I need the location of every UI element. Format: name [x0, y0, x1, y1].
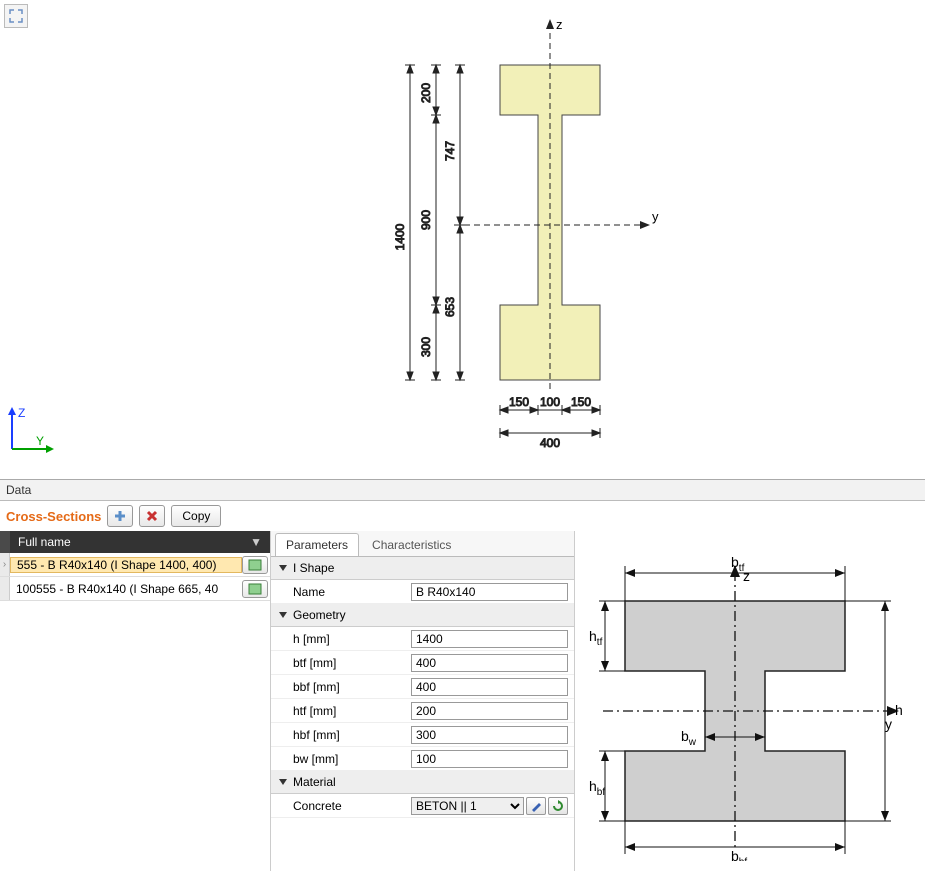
group-ishape[interactable]: I Shape [271, 557, 574, 580]
row-handle[interactable] [0, 577, 10, 600]
svg-text:z: z [556, 17, 563, 32]
full-name-header: Full name [18, 535, 71, 549]
prop-key: hbf [mm] [271, 728, 411, 742]
svg-text:1400: 1400 [393, 223, 407, 250]
parameters-panel: Parameters Characteristics I Shape Name … [270, 531, 575, 871]
svg-text:htf: htf [589, 628, 603, 648]
fullscreen-button[interactable] [4, 4, 28, 28]
locate-button[interactable] [242, 556, 268, 574]
tab-characteristics[interactable]: Characteristics [361, 533, 462, 556]
prop-key: bw [mm] [271, 752, 411, 766]
svg-text:300: 300 [419, 337, 433, 357]
svg-text:y: y [885, 716, 892, 732]
collapse-icon [279, 779, 287, 785]
list-row[interactable]: › 555 - B R40x140 (I Shape 1400, 400) [0, 553, 270, 577]
data-panel-header: Data [0, 480, 925, 501]
section-preview-area: Z Y z y 1400 [0, 0, 925, 480]
svg-text:900: 900 [419, 210, 433, 230]
cross-sections-toolbar: Cross-Sections Copy [0, 501, 925, 531]
refresh-icon [552, 800, 564, 812]
filter-icon[interactable]: ▼ [250, 535, 262, 549]
bbf-input[interactable] [411, 678, 568, 696]
svg-text:y: y [652, 209, 659, 224]
cross-icon [145, 509, 159, 523]
cross-sections-list: Full name ▼ › 555 - B R40x140 (I Shape 1… [0, 531, 270, 871]
prop-key: Concrete [271, 799, 411, 813]
svg-text:bw: bw [681, 728, 697, 748]
plus-icon [113, 509, 127, 523]
svg-text:400: 400 [540, 436, 560, 450]
parameter-schematic: z y btf bbf [575, 531, 925, 871]
group-geometry[interactable]: Geometry [271, 604, 574, 627]
prop-key: htf [mm] [271, 704, 411, 718]
tab-parameters[interactable]: Parameters [275, 533, 359, 556]
row-handle[interactable]: › [0, 553, 10, 576]
svg-text:100: 100 [540, 395, 560, 409]
tabs: Parameters Characteristics [271, 531, 574, 557]
expand-icon [9, 9, 23, 23]
svg-text:Y: Y [36, 434, 44, 448]
prop-name: Name [271, 580, 574, 604]
cross-sections-title: Cross-Sections [6, 509, 101, 524]
collapse-icon [279, 565, 287, 571]
concrete-select[interactable]: BETON || 1 [411, 797, 524, 815]
data-panel: Data Cross-Sections Copy Full name ▼ › 5… [0, 480, 925, 871]
row-label: 555 - B R40x140 (I Shape 1400, 400) [10, 557, 242, 573]
section-icon [248, 583, 262, 595]
svg-text:bbf: bbf [731, 848, 747, 861]
svg-text:150: 150 [509, 395, 529, 409]
group-material[interactable]: Material [271, 771, 574, 794]
list-row[interactable]: 100555 - B R40x140 (I Shape 665, 40 [0, 577, 270, 601]
hbf-input[interactable] [411, 726, 568, 744]
bw-input[interactable] [411, 750, 568, 768]
copy-button[interactable]: Copy [171, 505, 221, 527]
prop-key: btf [mm] [271, 656, 411, 670]
refresh-material-button[interactable] [548, 797, 568, 815]
prop-key: Name [271, 585, 411, 599]
prop-concrete: Concrete BETON || 1 [271, 794, 574, 818]
list-header[interactable]: Full name ▼ [0, 531, 270, 553]
add-button[interactable] [107, 505, 133, 527]
h-input[interactable] [411, 630, 568, 648]
svg-text:Z: Z [18, 406, 25, 420]
prop-key: bbf [mm] [271, 680, 411, 694]
name-input[interactable] [411, 583, 568, 601]
prop-key: h [mm] [271, 632, 411, 646]
delete-button[interactable] [139, 505, 165, 527]
svg-text:hbf: hbf [589, 778, 605, 798]
locate-button[interactable] [242, 580, 268, 598]
svg-text:150: 150 [571, 395, 591, 409]
btf-input[interactable] [411, 654, 568, 672]
svg-text:200: 200 [419, 83, 433, 103]
collapse-icon [279, 612, 287, 618]
svg-text:h: h [895, 702, 903, 718]
htf-input[interactable] [411, 702, 568, 720]
edit-material-button[interactable] [526, 797, 546, 815]
axes-indicator: Z Y [6, 405, 56, 455]
pencil-icon [530, 800, 542, 812]
cross-section-drawing: z y 1400 900 200 [390, 15, 680, 455]
row-label: 100555 - B R40x140 (I Shape 665, 40 [10, 582, 242, 596]
svg-text:653: 653 [443, 297, 457, 317]
svg-text:747: 747 [443, 141, 457, 161]
section-icon [248, 559, 262, 571]
